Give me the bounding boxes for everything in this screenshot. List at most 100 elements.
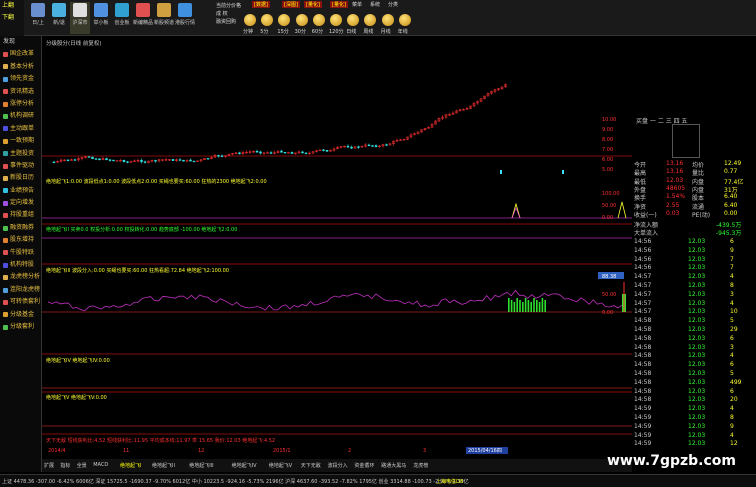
page-nav: 上翻 下翻 <box>0 0 24 36</box>
sidebar-item[interactable]: 分级基金 <box>0 309 41 321</box>
toolbar-button-7[interactable]: 港股行情 <box>175 2 195 34</box>
period-coin-icon[interactable] <box>398 14 411 26</box>
sidebar-item[interactable]: 融资融券 <box>0 222 41 234</box>
indicator-tab[interactable]: 波段分入 <box>328 462 348 469</box>
sidebar-item[interactable]: 主题投资 <box>0 148 41 160</box>
indicator-tab[interactable]: 天下无敌 <box>301 462 321 469</box>
indicator-tab[interactable]: 指标 <box>60 462 70 469</box>
quick-menu-item[interactable]: 当前分价格 <box>216 2 241 9</box>
sidebar-item[interactable]: 领先资金 <box>0 73 41 85</box>
stock-chart[interactable]: 分级股分(日线 前复权) 10.00 9.00 8.00 7.00 6.00 5.00 绝地起… <box>42 36 632 454</box>
sidebar-item[interactable]: 新股日历 <box>0 172 41 184</box>
toolbar-button-2[interactable]: 沪深市 <box>70 2 90 34</box>
sidebar-item[interactable]: 资讯精选 <box>0 86 41 98</box>
indicator-tab[interactable]: 绝地起飞II <box>152 462 175 469</box>
period-coin-icon[interactable] <box>278 14 291 26</box>
toolbar-button-1[interactable]: 新/退 <box>49 2 69 34</box>
tick-row: 14:58 12.03 499 <box>632 379 756 387</box>
pane-axis-label: 0.00 <box>602 215 613 221</box>
candle-body <box>122 160 126 162</box>
toolbar-button-0[interactable]: 日/上 <box>28 2 48 34</box>
top-menu-item[interactable]: 系统 <box>370 1 380 8</box>
tick-row: 14:59 12.03 12 <box>632 440 756 448</box>
sidebar-item[interactable]: 定向增发 <box>0 197 41 209</box>
tick-time: 14:58 <box>634 361 652 369</box>
indicator-tab[interactable]: 绝地起飞V <box>269 462 292 469</box>
tick-time: 14:58 <box>634 352 652 360</box>
toolbar-button-3[interactable]: 举小板 <box>91 2 111 34</box>
sidebar-item[interactable]: 主动跟单 <box>0 123 41 135</box>
period-coin-icon[interactable] <box>347 14 360 26</box>
period-label: 月线 <box>380 29 391 35</box>
toolbar-icon <box>115 3 129 17</box>
page-up-button[interactable]: 上翻 <box>0 0 24 12</box>
sidebar-item-label: 资讯精选 <box>10 87 35 95</box>
volume-bar <box>541 298 544 312</box>
sidebar-title: 发现 <box>3 38 16 45</box>
chart-title: 分级股分(日线 前复权) <box>46 39 102 47</box>
pane-axis-label: 50.00 <box>602 203 616 209</box>
period-coin-icon[interactable] <box>244 14 256 26</box>
indicator-tab[interactable]: 绝地起飞IV <box>232 462 257 469</box>
tick-time: 14:56 <box>634 255 652 263</box>
tick-price: 12.03 <box>688 387 706 395</box>
volume-bar <box>522 302 524 312</box>
indicator-tab[interactable]: 全景 <box>77 462 87 469</box>
top-menu-item[interactable]: 菜单 <box>352 1 362 8</box>
sidebar-item[interactable]: 牛股特跃 <box>0 247 41 259</box>
top-menu-item[interactable]: [深图] <box>282 1 300 8</box>
sidebar-item[interactable]: 业绩预告 <box>0 185 41 197</box>
date-axis-label: 2015/1 <box>273 448 291 454</box>
candle-body <box>374 145 378 147</box>
volume-bar <box>544 300 546 312</box>
tick-price: 12.03 <box>688 334 706 342</box>
toolbar-icon <box>157 3 171 17</box>
sidebar-item[interactable]: 涨停分析 <box>0 98 41 110</box>
sidebar-item[interactable]: 分级套利 <box>0 321 41 333</box>
indicator-tab[interactable]: 路通大黑马 <box>381 462 406 469</box>
sidebar-item[interactable]: 机构特股 <box>0 259 41 271</box>
sidebar-item[interactable]: 基本分析 <box>0 61 41 73</box>
period-coin-icon[interactable] <box>295 14 308 26</box>
period-coin-icon[interactable] <box>261 14 274 26</box>
sidebar-item[interactable]: 事件驱动 <box>0 160 41 172</box>
sidebar-item-icon <box>3 287 8 293</box>
period-coin-icon[interactable] <box>330 14 342 26</box>
top-menu-item[interactable]: [量化] <box>330 1 348 8</box>
pane-axis-label: 50.00 <box>602 292 616 298</box>
sidebar-item[interactable]: 连阳龙虎榜 <box>0 284 41 296</box>
top-menu-item[interactable]: [量化] <box>304 1 322 8</box>
sidebar-item[interactable]: 一致预期 <box>0 135 41 147</box>
indicator-tab[interactable]: 扩展 <box>44 462 54 469</box>
tick-price: 12.03 <box>688 317 706 325</box>
toolbar-button-6[interactable]: 新股频道 <box>154 2 174 34</box>
volume-bar <box>527 300 530 312</box>
sidebar-item[interactable]: 持股重组 <box>0 209 41 221</box>
tick-price: 12.03 <box>688 414 706 421</box>
tick-time: 14:58 <box>634 334 652 342</box>
sidebar-item[interactable]: 可转债套利 <box>0 296 41 308</box>
pane-indicator-label: 绝地起飞IV 绝地起飞IV:0.00 <box>46 357 110 364</box>
top-menu-item[interactable]: 分类 <box>388 1 398 8</box>
tick-volume: 5 <box>730 370 734 377</box>
period-coin-icon[interactable] <box>312 14 325 26</box>
period-coin-icon[interactable] <box>364 14 377 26</box>
page-down-button[interactable]: 下翻 <box>0 12 24 24</box>
indicator-tab[interactable]: 绝地起飞III <box>189 462 213 469</box>
sidebar-item[interactable]: 机构调研 <box>0 110 41 122</box>
sidebar-item[interactable]: 龙虎榜分析 <box>0 271 41 283</box>
sidebar-item[interactable]: 股东增持 <box>0 234 41 246</box>
indicator-tab[interactable]: MACD <box>93 462 108 468</box>
period-coin-icon[interactable] <box>381 14 394 26</box>
quick-menu-item[interactable]: 成 权 <box>216 10 228 17</box>
indicator-tab[interactable]: 资金循环 <box>354 462 374 469</box>
toolbar-button-4[interactable]: 创业板 <box>112 2 132 34</box>
top-menu-item[interactable]: [数据] <box>252 1 270 8</box>
quick-menu-item[interactable]: 融资回购 <box>216 18 236 25</box>
candle-body <box>357 146 360 148</box>
indicator-tab[interactable]: 绝地起飞I <box>120 462 141 469</box>
toolbar-button-5[interactable]: 新编精品 <box>133 2 153 34</box>
sidebar-item[interactable]: 国企改革 <box>0 48 41 60</box>
indicator-tab[interactable]: 龙虎榜 <box>413 462 428 469</box>
pane-indicator-label: 绝地起飞III 波段分入:0.00 买绳也要买:60.00 狂热看超:72.84… <box>46 267 229 274</box>
